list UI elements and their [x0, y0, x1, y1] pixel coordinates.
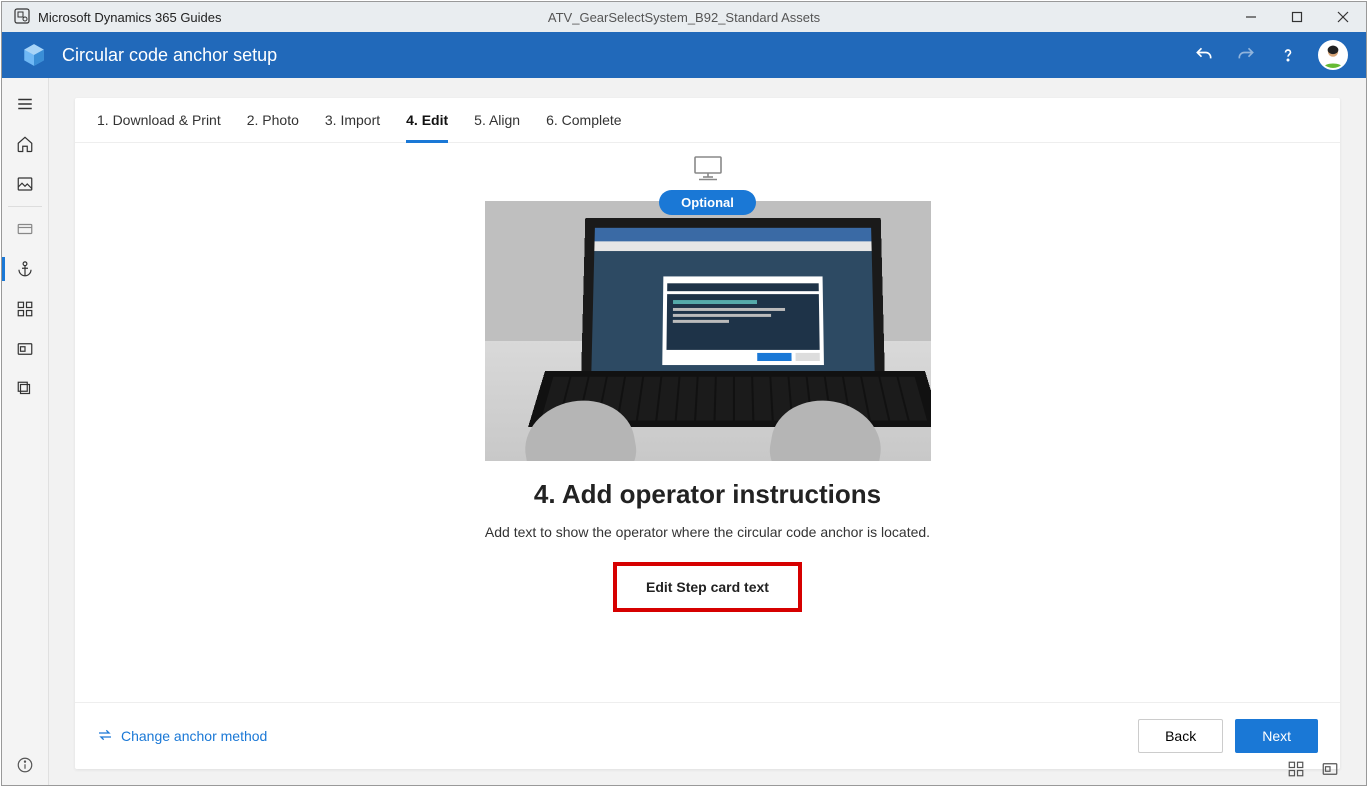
sidebar-item-object[interactable]: [2, 329, 48, 369]
body: 1. Download & Print 2. Photo 3. Import 4. E…: [2, 78, 1366, 785]
help-button[interactable]: [1276, 43, 1300, 67]
wizard-tab-4[interactable]: 5. Align: [474, 112, 520, 142]
change-anchor-label: Change anchor method: [121, 728, 267, 744]
sidebar-item-info[interactable]: [2, 745, 48, 785]
redo-button[interactable]: [1234, 43, 1258, 67]
change-anchor-link[interactable]: Change anchor method: [97, 727, 267, 746]
sidebar: [2, 78, 49, 785]
undo-button[interactable]: [1192, 43, 1216, 67]
page-title: Circular code anchor setup: [62, 45, 277, 66]
sidebar-item-anchor[interactable]: [2, 249, 48, 289]
step-heading: 4. Add operator instructions: [534, 479, 881, 510]
statusbar: [1286, 753, 1340, 785]
user-avatar[interactable]: [1318, 40, 1348, 70]
app-title-group: Microsoft Dynamics 365 Guides: [2, 8, 222, 27]
app-window: Microsoft Dynamics 365 Guides ATV_GearSe…: [1, 1, 1367, 786]
highlight-box: Edit Step card text: [613, 562, 802, 612]
titlebar: Microsoft Dynamics 365 Guides ATV_GearSe…: [2, 2, 1366, 32]
sidebar-item-image[interactable]: [2, 164, 48, 204]
app-icon: [14, 8, 30, 27]
wizard-tab-5[interactable]: 6. Complete: [546, 112, 621, 142]
main-card: 1. Download & Print 2. Photo 3. Import 4. E…: [75, 98, 1340, 769]
monitor-icon: [693, 155, 723, 186]
sidebar-item-layers[interactable]: [2, 369, 48, 409]
edit-step-card-button[interactable]: Edit Step card text: [619, 568, 796, 606]
status-grid-icon[interactable]: [1286, 759, 1306, 779]
step-description: Add text to show the operator where the …: [485, 524, 930, 540]
sidebar-item-grid[interactable]: [2, 289, 48, 329]
commandbar: Circular code anchor setup: [2, 32, 1366, 78]
content-area: 1. Download & Print 2. Photo 3. Import 4. E…: [49, 78, 1366, 785]
next-button[interactable]: Next: [1235, 719, 1318, 753]
sidebar-divider: [8, 206, 42, 207]
status-object-icon[interactable]: [1320, 759, 1340, 779]
wizard-tab-1[interactable]: 2. Photo: [247, 112, 299, 142]
sidebar-item-card[interactable]: [2, 209, 48, 249]
wizard-tab-3[interactable]: 4. Edit: [406, 112, 448, 143]
wizard-tab-0[interactable]: 1. Download & Print: [97, 112, 221, 142]
window-controls: [1228, 2, 1366, 32]
wizard-tabs: 1. Download & Print 2. Photo 3. Import 4. E…: [75, 98, 1340, 143]
minimize-button[interactable]: [1228, 2, 1274, 32]
card-body: Optional 4. Add operator instructions Ad…: [75, 143, 1340, 702]
swap-icon: [97, 727, 113, 746]
card-footer: Change anchor method Back Next: [75, 702, 1340, 769]
optional-badge: Optional: [659, 190, 756, 215]
app-name: Microsoft Dynamics 365 Guides: [38, 10, 222, 25]
close-button[interactable]: [1320, 2, 1366, 32]
illustration: [485, 201, 931, 461]
back-button[interactable]: Back: [1138, 719, 1223, 753]
hamburger-menu-button[interactable]: [2, 84, 48, 124]
sidebar-item-home[interactable]: [2, 124, 48, 164]
maximize-button[interactable]: [1274, 2, 1320, 32]
wizard-tab-2[interactable]: 3. Import: [325, 112, 380, 142]
product-logo-icon: [20, 41, 48, 69]
